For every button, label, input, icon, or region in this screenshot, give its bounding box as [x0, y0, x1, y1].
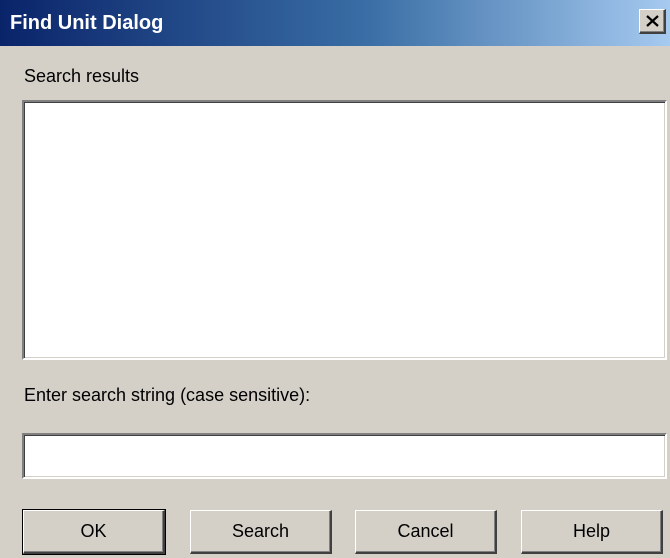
search-results-label: Search results — [24, 66, 140, 86]
search-string-label: Enter search string (case sensitive): — [24, 385, 311, 405]
cancel-button[interactable]: Cancel — [355, 510, 497, 554]
help-button[interactable]: Help — [521, 510, 663, 554]
close-button[interactable] — [639, 9, 666, 34]
dialog-title: Find Unit Dialog — [10, 12, 164, 34]
search-results-list[interactable] — [22, 100, 667, 360]
ok-button[interactable]: OK — [22, 509, 166, 555]
search-string-input[interactable] — [22, 433, 667, 479]
title-bar[interactable]: Find Unit Dialog — [0, 0, 670, 46]
find-unit-dialog: Find Unit Dialog Search results Enter se… — [0, 0, 670, 558]
search-button[interactable]: Search — [190, 510, 332, 554]
close-x-icon — [645, 15, 659, 27]
